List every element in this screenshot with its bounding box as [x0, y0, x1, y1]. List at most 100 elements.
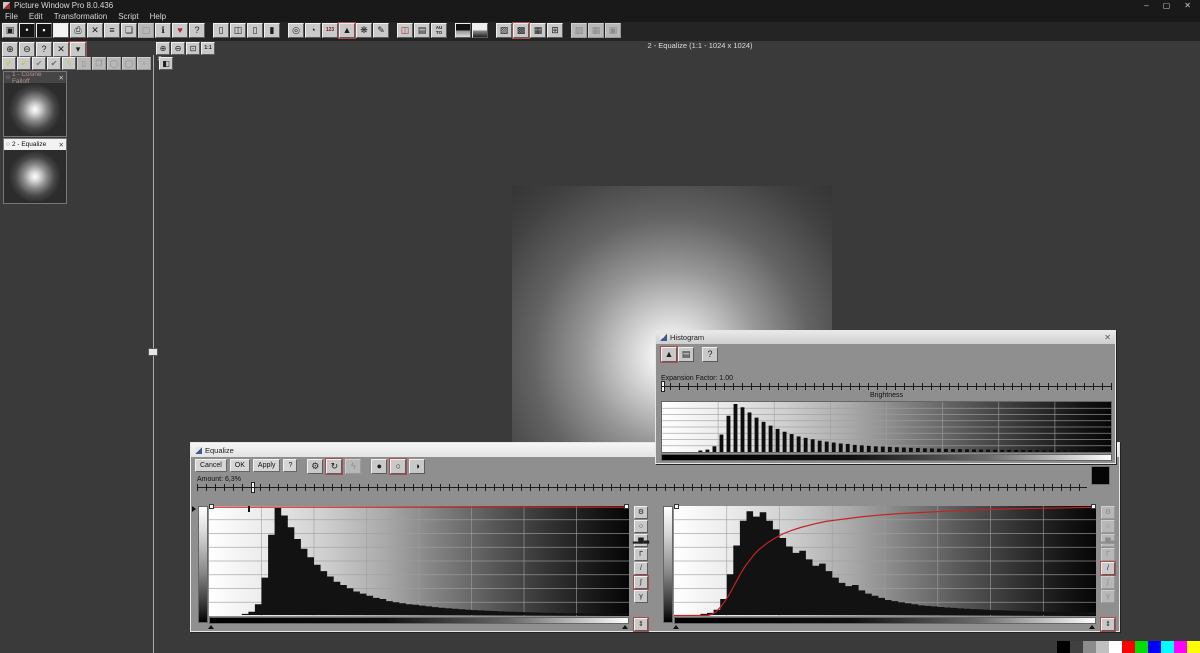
zoom-in-button[interactable]: ⊕	[2, 42, 18, 57]
new-image-button[interactable]: •	[19, 23, 35, 38]
menu-script[interactable]: Script	[118, 12, 138, 21]
close-icon[interactable]: ✕	[1104, 333, 1111, 342]
dither-dark-button[interactable]: ▩	[513, 23, 529, 38]
range-marker-left[interactable]	[208, 625, 214, 629]
close-icon[interactable]: ✕	[59, 74, 64, 82]
zoom-out-button[interactable]: ⊖	[19, 42, 35, 57]
histogram-mode-button[interactable]: ▲	[661, 347, 677, 362]
grid-button[interactable]: ⊞	[547, 23, 563, 38]
refresh-button[interactable]: ↻	[326, 459, 342, 474]
cut-button[interactable]: ✕	[53, 42, 69, 57]
view-zoom-out-button[interactable]: ⊖	[171, 42, 185, 55]
close-window-button[interactable]: ✕	[1184, 1, 1191, 10]
curve-circle-button[interactable]: ○	[1101, 520, 1115, 533]
menu-edit[interactable]: Edit	[29, 12, 43, 21]
view-zoom-in-button[interactable]: ⊕	[156, 42, 170, 55]
mask-b-button[interactable]: ▦	[588, 23, 604, 38]
curve-handle-right[interactable]	[1091, 504, 1096, 509]
expansion-slider[interactable]	[661, 383, 1112, 390]
pencil-button[interactable]: ✎	[373, 23, 389, 38]
curve-settings-button[interactable]: ⚙	[1101, 506, 1115, 519]
magnifier-button[interactable]: ◔	[305, 23, 321, 38]
color-swatch[interactable]	[1174, 641, 1187, 653]
acquire-image-button[interactable]: ▪	[36, 23, 52, 38]
print-button[interactable]: ⎙	[70, 23, 86, 38]
curve-s-button[interactable]: ∫	[634, 576, 648, 589]
color-swatch[interactable]	[1187, 641, 1200, 653]
mask-a-button[interactable]: ▨	[571, 23, 587, 38]
preview-white-button[interactable]: ○	[390, 459, 406, 474]
curve-line-button[interactable]: /	[1101, 562, 1115, 575]
black-color-swatch[interactable]	[1091, 466, 1110, 485]
dropdown-button[interactable]: ▾	[70, 42, 86, 57]
splitter-handle[interactable]	[148, 348, 158, 356]
equalize-input-plot[interactable]	[209, 506, 629, 616]
clipboard-button[interactable]: ❐	[92, 57, 106, 70]
copy-button[interactable]: ❏	[121, 23, 137, 38]
curve-handle-left[interactable]	[209, 504, 214, 509]
curve-gamma-button[interactable]: γ	[1101, 590, 1115, 603]
view-one-to-one-button[interactable]: 1:1	[201, 42, 215, 55]
paste-button[interactable]: ▢	[138, 23, 154, 38]
expansion-slider-thumb[interactable]	[661, 381, 665, 392]
curve-expand-button[interactable]: ⇕	[634, 618, 648, 631]
apply-fast-check-button[interactable]: ✔	[17, 57, 31, 70]
palette-button[interactable]: ❋	[356, 23, 372, 38]
color-swatch[interactable]	[1096, 641, 1109, 653]
split-horizontal-button[interactable]: ▤	[414, 23, 430, 38]
color-swatch[interactable]	[1122, 641, 1135, 653]
color-swatch[interactable]	[1135, 641, 1148, 653]
close-icon[interactable]: ✕	[59, 141, 64, 149]
preview-half-button[interactable]: ◑	[409, 459, 425, 474]
curve-circle-button[interactable]: ○	[634, 520, 648, 533]
amount-slider[interactable]	[197, 484, 1087, 491]
curve-histogram-button[interactable]: ▂▆▃	[634, 534, 648, 547]
check-dark-button[interactable]: ✔	[47, 57, 61, 70]
dither-light-button[interactable]: ▨	[496, 23, 512, 38]
menu-file[interactable]: File	[5, 12, 18, 21]
gradient-a-button[interactable]	[455, 23, 471, 38]
color-swatch[interactable]	[1109, 641, 1122, 653]
help-button[interactable]: ?	[189, 23, 205, 38]
menu-transformation[interactable]: Transformation	[54, 12, 108, 21]
panel-layout-3-button[interactable]: ▯	[247, 23, 263, 38]
equalize-output-plot[interactable]	[674, 506, 1096, 616]
small-tool-button[interactable]: ▫	[137, 57, 151, 70]
curve-step-button[interactable]: Γ	[634, 548, 648, 561]
thumbnail-equalize[interactable]: ○ 2 - Equalize ✕	[3, 138, 67, 204]
dither-fine-button[interactable]: ▦	[530, 23, 546, 38]
trash-button[interactable]: ▯	[77, 57, 91, 70]
table-mode-button[interactable]: ▤	[678, 347, 694, 362]
circle-a-button[interactable]: ◯	[107, 57, 121, 70]
thumbnail-image[interactable]	[4, 150, 66, 203]
range-marker-right[interactable]	[1089, 625, 1095, 629]
range-marker-right[interactable]	[622, 625, 628, 629]
color-swatch[interactable]	[1070, 641, 1083, 653]
help-tool-button[interactable]: ?	[36, 42, 52, 57]
curve-line-button[interactable]: /	[634, 562, 648, 575]
curve-step-button[interactable]: Γ	[1101, 548, 1115, 561]
panel-layout-1-button[interactable]: ▯	[213, 23, 229, 38]
color-swatch[interactable]	[1057, 641, 1070, 653]
panel-layout-2-button[interactable]: ◫	[230, 23, 246, 38]
color-swatch[interactable]	[1148, 641, 1161, 653]
auto-button[interactable]: AUTO	[431, 23, 447, 38]
gradient-b-button[interactable]	[472, 23, 488, 38]
curve-expand-button[interactable]: ⇕	[1101, 618, 1115, 631]
equalize-help-button[interactable]: ?	[283, 459, 297, 472]
flash-button[interactable]: ϟ	[62, 57, 76, 70]
brightness-histogram-plot[interactable]	[661, 401, 1112, 453]
menu-help[interactable]: Help	[150, 12, 166, 21]
histogram-dialog-titlebar[interactable]: Histogram ✕	[656, 331, 1115, 344]
preview-dark-button[interactable]: ●	[371, 459, 387, 474]
curve-handle-left[interactable]	[674, 504, 679, 509]
curve-handle-right[interactable]	[624, 504, 629, 509]
curve-histogram-button[interactable]: ▂▆▃	[1101, 534, 1115, 547]
info-button[interactable]: ℹ	[155, 23, 171, 38]
circle-b-button[interactable]: ◯	[122, 57, 136, 70]
cancel-button[interactable]: Cancel	[195, 459, 227, 472]
settings-button[interactable]: ⚙	[307, 459, 323, 474]
minimize-button[interactable]: –	[1144, 1, 1148, 10]
apply-check-button[interactable]: ✔	[2, 57, 16, 70]
thumbnail-image[interactable]	[4, 83, 66, 136]
